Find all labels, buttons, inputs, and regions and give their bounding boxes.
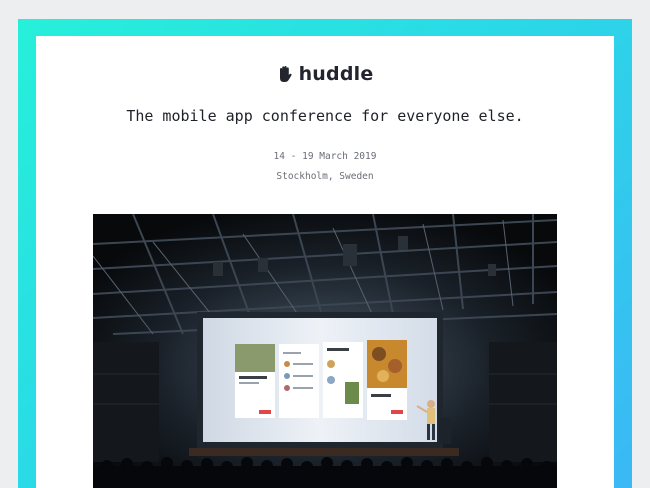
brand-logo[interactable]: huddle [36, 63, 614, 85]
hero-image [93, 214, 557, 488]
waving-hand-icon [277, 65, 293, 83]
landing-card: huddle The mobile app conference for eve… [36, 36, 614, 488]
event-dates: 14 - 19 March 2019 [273, 151, 377, 162]
event-location: Stockholm, Sweden [276, 171, 374, 182]
conference-stage-photo [93, 214, 557, 488]
brand-name: huddle [298, 63, 374, 85]
page-title: The mobile app conference for everyone e… [126, 107, 524, 125]
